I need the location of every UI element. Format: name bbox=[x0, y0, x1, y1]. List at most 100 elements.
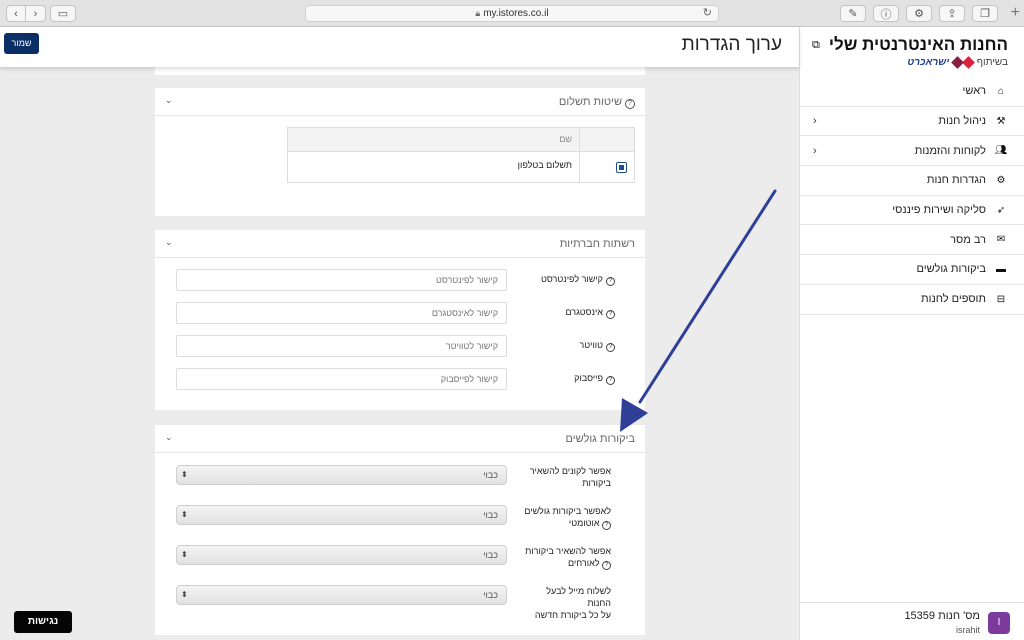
field-label: פייסבוק bbox=[574, 373, 603, 383]
field-label: אינסטגרם bbox=[565, 307, 603, 317]
annotate-icon[interactable]: ✎ bbox=[840, 5, 866, 22]
visitor-reviews-panel: ביקורות גולשים ⌄ אפשר לקונים להשאיר ביקור… bbox=[155, 425, 645, 635]
help-icon[interactable]: ? bbox=[602, 561, 611, 570]
store-user: israhit bbox=[955, 625, 980, 635]
panel-title: שיטות תשלום bbox=[558, 96, 622, 108]
select-value: כבוי bbox=[483, 550, 498, 560]
sidebar-item-home[interactable]: ⌂ ראשי bbox=[799, 77, 1024, 107]
sidebar-toggle-icon[interactable]: ▭ bbox=[50, 5, 76, 22]
sidebar-item-label: לקוחות והזמנות bbox=[914, 144, 986, 157]
pinterest-input[interactable] bbox=[176, 269, 507, 291]
sidebar-item-label: ביקורות גולשים bbox=[916, 263, 986, 276]
select-value: כבוי bbox=[483, 590, 498, 600]
payment-checkbox[interactable] bbox=[616, 162, 627, 173]
chevron-right-icon: › bbox=[813, 144, 817, 157]
rocket-icon: ➶ bbox=[996, 204, 1006, 216]
panel-header[interactable]: ביקורות גולשים ⌄ bbox=[155, 425, 645, 453]
form-row-instagram: אינסטגרם? bbox=[155, 302, 645, 324]
home-icon: ⌂ bbox=[997, 85, 1005, 97]
new-tab-icon[interactable]: + bbox=[1011, 4, 1020, 22]
accessibility-button[interactable]: נגישות bbox=[14, 611, 72, 633]
help-icon[interactable]: ? bbox=[606, 343, 615, 352]
save-button[interactable]: שמור bbox=[4, 33, 39, 54]
form-row-pinterest: קישור לפינטרסט? bbox=[155, 269, 645, 291]
sidebar-item-label: תוספים לחנות bbox=[920, 293, 986, 306]
payment-methods-table: שם תשלום בטלפון bbox=[287, 127, 635, 183]
instagram-input[interactable] bbox=[176, 302, 507, 324]
brand-logo: החנות האינטרנטית שלי בשיתוף ישראכרט bbox=[829, 35, 1008, 69]
field-label: טוויטר bbox=[579, 340, 603, 350]
panel-title: רשתות חברתיות bbox=[559, 238, 635, 250]
sidebar-item-store-settings[interactable]: ⚙ הגדרות חנות bbox=[799, 166, 1024, 196]
sidebar-item-addons[interactable]: ⊟ תוספים לחנות bbox=[799, 285, 1024, 315]
table-row: תשלום בטלפון bbox=[288, 152, 634, 182]
table-header: שם bbox=[288, 128, 634, 152]
sidebar-item-customers-orders[interactable]: 👥︎ לקוחות והזמנות › bbox=[799, 136, 1024, 167]
setting-label: על כל ביקורת חדשה bbox=[534, 610, 611, 620]
sidebar-nav: ⌂ ראשי ⚒ ניהול חנות › 👥︎ לקוחות והזמנות › ⚙ הג… bbox=[799, 77, 1024, 315]
setting-label: אפשר לקונים להשאיר bbox=[529, 466, 611, 476]
facebook-input[interactable] bbox=[176, 368, 507, 390]
comment-icon: ▬ bbox=[996, 263, 1006, 275]
external-edit-icon[interactable]: ⧉ bbox=[812, 39, 820, 52]
share-icon[interactable]: ⇪ bbox=[939, 5, 965, 22]
store-icon: ⊟ bbox=[996, 293, 1006, 305]
updown-icon: ⬍ bbox=[181, 470, 188, 479]
setting-label: ביקורות bbox=[582, 478, 611, 488]
payment-name: תשלום בטלפון bbox=[517, 160, 572, 170]
sidebar-item-reviews[interactable]: ▬ ביקורות גולשים bbox=[799, 255, 1024, 285]
brand-partner: ישראכרט bbox=[907, 57, 950, 68]
select-cell bbox=[579, 152, 634, 182]
panel-header[interactable]: שיטות תשלום? ⌄ bbox=[155, 88, 645, 116]
isracard-diamond-icon bbox=[962, 55, 975, 69]
store-info[interactable]: I מס' חנות 15359 israhit bbox=[799, 602, 1024, 640]
email-owner-select[interactable]: כבוי ⬍ bbox=[176, 585, 507, 605]
form-row-twitter: טוויטר? bbox=[155, 335, 645, 357]
sidebar-item-clearing[interactable]: ➶ סליקה ושירות פיננסי bbox=[799, 196, 1024, 226]
select-value: כבוי bbox=[483, 470, 498, 480]
arrow-shaft bbox=[638, 189, 777, 404]
allow-reviews-select[interactable]: כבוי ⬍ bbox=[176, 465, 507, 485]
store-number: מס' חנות 15359 bbox=[904, 610, 980, 622]
help-icon[interactable]: ? bbox=[606, 310, 615, 319]
info-icon[interactable]: ⓘ bbox=[873, 5, 899, 22]
social-networks-panel: רשתות חברתיות ⌄ קישור לפינטרסט? אינסטגרם… bbox=[155, 230, 645, 410]
extension-icon[interactable]: ⚙ bbox=[906, 5, 932, 22]
envelope-icon: ✉ bbox=[996, 234, 1006, 246]
forward-icon[interactable]: › bbox=[26, 5, 46, 22]
setting-row-guest-reviews: אפשר להשאיר ביקורות לאורחים ? כבוי ⬍ bbox=[155, 545, 645, 575]
setting-label: אוטומטי bbox=[568, 518, 600, 528]
auto-reviews-select[interactable]: כבוי ⬍ bbox=[176, 505, 507, 525]
lock-icon: 🔒︎ bbox=[475, 8, 481, 18]
panel-title: ביקורות גולשים bbox=[565, 433, 635, 445]
setting-row-allow-reviews: אפשר לקונים להשאיר ביקורות כבוי ⬍ bbox=[155, 465, 645, 495]
help-icon[interactable]: ? bbox=[625, 99, 635, 109]
sidebar: ⧉ החנות האינטרנטית שלי בשיתוף ישראכרט ⌂ ר… bbox=[799, 27, 1024, 640]
form-row-facebook: פייסבוק? bbox=[155, 368, 645, 390]
chevron-down-icon[interactable]: ⌄ bbox=[165, 432, 173, 443]
tabs-icon[interactable]: ❐ bbox=[972, 5, 998, 22]
address-bar[interactable]: 🔒︎ my.istores.co.il ↻ bbox=[305, 5, 719, 22]
chevron-down-icon[interactable]: ⌄ bbox=[165, 95, 173, 106]
help-icon[interactable]: ? bbox=[606, 376, 615, 385]
guest-reviews-select[interactable]: כבוי ⬍ bbox=[176, 545, 507, 565]
panel-header[interactable]: רשתות חברתיות ⌄ bbox=[155, 230, 645, 258]
back-icon[interactable]: ‹ bbox=[6, 5, 26, 22]
setting-row-auto-reviews: לאפשר ביקורות גולשים אוטומטי ? כבוי ⬍ bbox=[155, 505, 645, 535]
help-icon[interactable]: ? bbox=[602, 521, 611, 530]
setting-label: לאפשר ביקורות גולשים bbox=[524, 506, 611, 516]
sidebar-item-messaging[interactable]: ✉ רב מסר bbox=[799, 225, 1024, 256]
updown-icon: ⬍ bbox=[181, 550, 188, 559]
tools-icon: ⚒ bbox=[996, 115, 1006, 127]
chevron-right-icon: › bbox=[813, 115, 817, 128]
field-label: קישור לפינטרסט bbox=[541, 274, 603, 284]
url-text: my.istores.co.il bbox=[483, 8, 549, 19]
help-icon[interactable]: ? bbox=[606, 277, 615, 286]
reload-icon[interactable]: ↻ bbox=[703, 6, 712, 21]
updown-icon: ⬍ bbox=[181, 510, 188, 519]
sidebar-item-label: ראשי bbox=[962, 85, 986, 98]
chevron-down-icon[interactable]: ⌄ bbox=[165, 237, 173, 248]
gear-icon: ⚙ bbox=[996, 174, 1006, 186]
sidebar-item-store-management[interactable]: ⚒ ניהול חנות › bbox=[799, 107, 1024, 137]
twitter-input[interactable] bbox=[176, 335, 507, 357]
